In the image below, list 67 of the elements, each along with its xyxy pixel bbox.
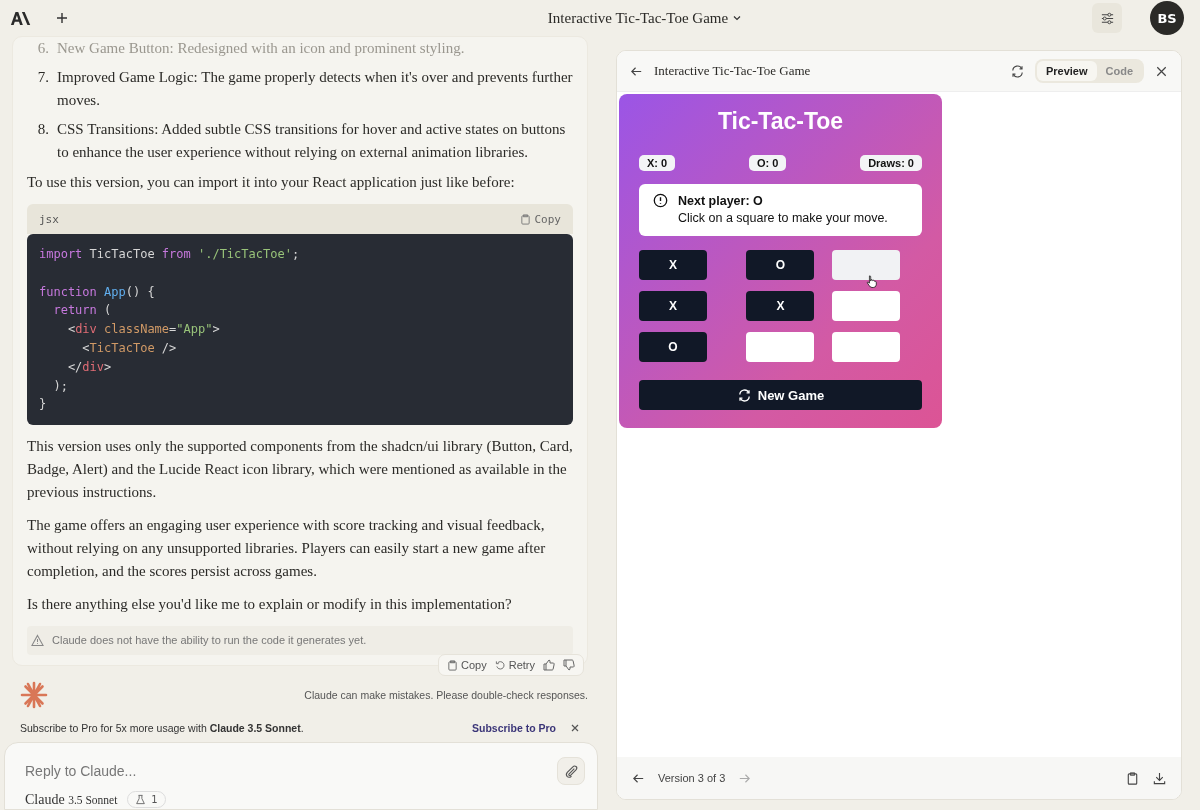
list-item-text: Improved Game Logic: The game properly detects when it's over and prevents further moves. <box>57 68 573 110</box>
code-line: ); <box>52 378 68 393</box>
user-avatar[interactable]: BS <box>1150 1 1184 35</box>
thumbs-down-icon[interactable] <box>563 659 575 672</box>
model-selector[interactable]: Claude 3.5 Sonnet <box>25 791 118 808</box>
chevron-down-icon <box>732 13 743 23</box>
refresh-icon <box>736 387 752 403</box>
artifact-title: Interactive Tic-Tac-Toe Game <box>654 63 811 79</box>
paragraph: The game offers an engaging user experience with score tracking and visual feedback, without relying on any unsupported libraries. Players can easily start a new game after completion, and the scores persist across games. <box>27 516 547 582</box>
warning-text: Claude does not have the ability to run the code it generates yet. <box>52 633 367 649</box>
reply-input[interactable]: Reply to Claude... <box>25 763 557 780</box>
flask-icon <box>135 794 147 806</box>
board-square[interactable]: X <box>746 291 815 321</box>
code-line: <div className="App"> <box>66 322 220 337</box>
board-square[interactable]: O <box>639 332 707 362</box>
pointer-cursor-icon <box>866 274 878 289</box>
copy-code-button[interactable]: Copy <box>519 207 561 231</box>
list-number: 7. <box>36 68 49 87</box>
game-title: Tic-Tac-Toe <box>716 108 845 135</box>
thumbs-up-icon[interactable] <box>543 659 555 672</box>
disclaimer-text: Claude can make mistakes. Please double-check responses. <box>304 689 588 702</box>
close-icon[interactable] <box>570 723 580 734</box>
list-item-text: CSS Transitions: Added subtle CSS transitions for hover and active states on buttons to enhance the user experience without relying on external animation libraries. <box>57 120 567 162</box>
clipboard-icon <box>447 659 459 671</box>
score-badge: O: 0 <box>748 155 787 171</box>
alert-text: Click on a square to make your move. <box>678 210 888 227</box>
new-chat-icon[interactable] <box>56 12 68 24</box>
new-game-button[interactable]: New Game <box>639 380 922 410</box>
list-item-text: New Game Button: Redesigned with an icon and prominent styling. <box>57 39 465 58</box>
retry-icon <box>494 659 506 671</box>
promo-text: Subscribe to Pro for 5x more usage with Claude 3.5 Sonnet. <box>20 722 304 735</box>
score-badge: X: 0 <box>639 155 676 171</box>
paragraph: To use this version, you can import it into your React application just like before: <box>27 173 516 192</box>
logo-icon[interactable] <box>10 10 32 26</box>
code-line: return ( <box>52 303 112 318</box>
code-line: function App() { <box>39 284 155 299</box>
warning-icon <box>31 634 44 648</box>
version-label: Version 3 of 3 <box>658 772 726 784</box>
code-line: </div> <box>66 359 112 374</box>
paperclip-icon <box>563 763 579 779</box>
code-line: } <box>39 397 47 412</box>
board-square[interactable]: X <box>639 250 707 280</box>
conversation-title[interactable]: Interactive Tic-Tac-Toe Game <box>547 9 743 27</box>
code-line: <TicTacToe /> <box>81 341 177 355</box>
subscribe-link[interactable]: Subscribe to Pro <box>472 722 556 735</box>
info-icon <box>653 193 668 208</box>
attach-button[interactable] <box>557 757 585 786</box>
board-square[interactable]: X <box>639 291 707 321</box>
copy-button[interactable]: Copy <box>447 659 487 672</box>
list-number: 6. <box>36 39 49 58</box>
paragraph: Is there anything else you'd like me to explain or modify in this implementation? <box>27 595 513 615</box>
code-language: jsx <box>39 211 59 228</box>
refresh-icon[interactable] <box>1009 63 1025 79</box>
board-square[interactable]: O <box>746 250 815 280</box>
settings-button[interactable] <box>1092 3 1122 33</box>
clipboard-icon[interactable] <box>1125 770 1140 786</box>
clipboard-icon <box>519 213 531 225</box>
sparkle-icon <box>20 681 48 710</box>
download-icon[interactable] <box>1152 770 1167 786</box>
sliders-icon <box>1099 10 1115 26</box>
code-line: import TicTacToe from './TicTacToe'; <box>39 247 300 261</box>
alert-title: Next player: O <box>678 193 764 210</box>
list-number: 8. <box>36 120 49 139</box>
retry-button[interactable]: Retry <box>494 659 535 672</box>
score-badge: Draws: 0 <box>860 155 922 171</box>
view-tab[interactable]: Preview <box>1036 61 1097 81</box>
paragraph: This version uses only the supported components from the shadcn/ui library (Button, Card, Badge, Alert) and the Lucide React icon library, which were mentioned as available in the previous instructions. <box>27 437 573 503</box>
